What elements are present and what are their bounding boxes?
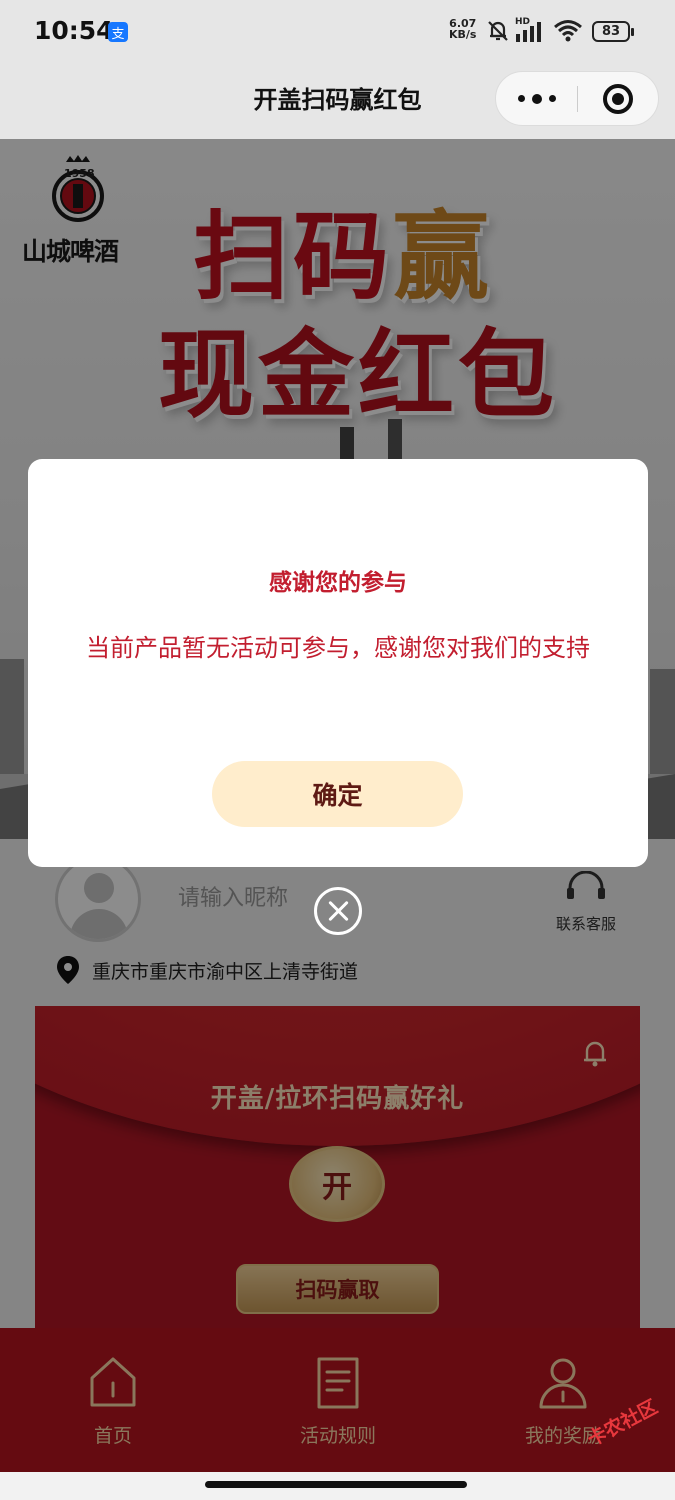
alipay-icon: 支 bbox=[108, 22, 128, 42]
home-indicator-bar bbox=[0, 1472, 675, 1500]
cell-signal-icon: HD bbox=[514, 17, 548, 49]
dialog-message: 当前产品暂无活动可参与，感谢您对我们的支持 bbox=[86, 634, 590, 662]
mute-bell-icon bbox=[488, 21, 508, 41]
close-mini-program-button[interactable] bbox=[603, 84, 633, 114]
network-speed: 6.07 KB/s bbox=[449, 18, 476, 40]
network-speed-unit: KB/s bbox=[449, 28, 477, 41]
more-dot-icon bbox=[549, 95, 556, 102]
network-label: HD bbox=[515, 17, 531, 27]
capsule-divider bbox=[577, 86, 578, 112]
wifi-icon bbox=[554, 20, 582, 42]
capsule-menu bbox=[495, 71, 659, 126]
status-bar: 10:54 支 6.07 KB/s HD 83 bbox=[0, 0, 675, 62]
home-indicator[interactable] bbox=[205, 1481, 467, 1488]
mini-program-header: 开盖扫码赢红包 bbox=[0, 62, 675, 139]
more-dot-icon bbox=[532, 93, 542, 104]
status-time: 10:54 bbox=[34, 16, 114, 45]
more-dot-icon bbox=[518, 95, 525, 102]
more-options-button[interactable] bbox=[518, 72, 556, 125]
confirm-button[interactable]: 确定 bbox=[212, 761, 463, 827]
notice-dialog: 感谢您的参与 当前产品暂无活动可参与，感谢您对我们的支持 确定 bbox=[28, 459, 648, 867]
battery-indicator: 83 bbox=[592, 21, 634, 42]
close-dialog-button[interactable] bbox=[314, 887, 362, 935]
dialog-title: 感谢您的参与 bbox=[269, 570, 407, 596]
watermark: 卡农社区 bbox=[568, 1396, 668, 1470]
